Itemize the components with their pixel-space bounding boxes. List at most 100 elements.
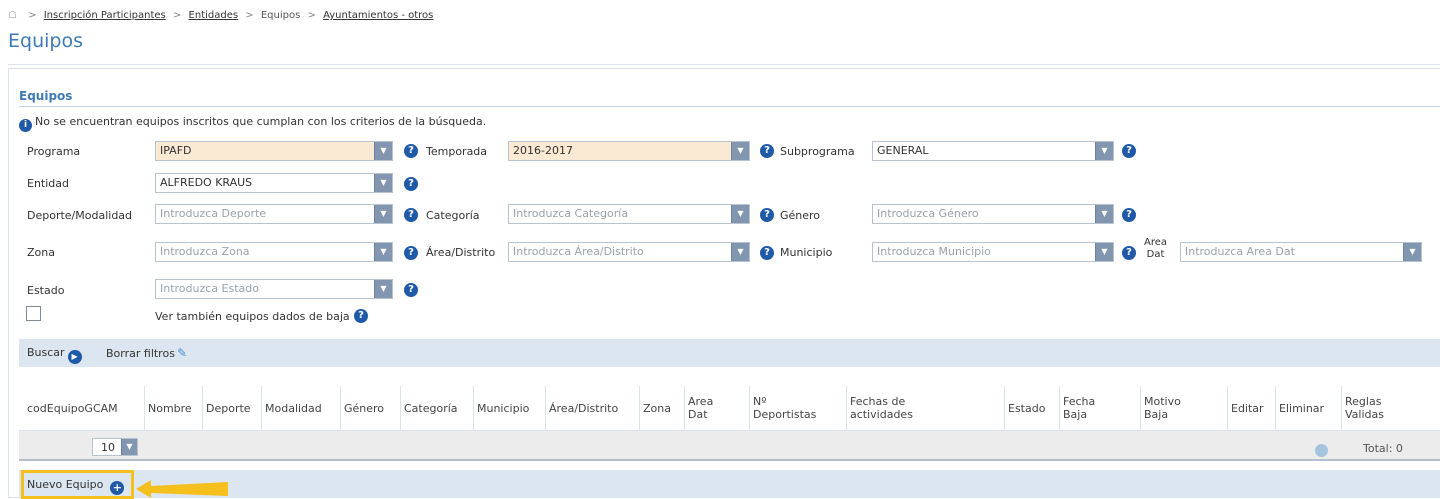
- column-header-line1: Nombre: [148, 401, 192, 415]
- help-icon[interactable]: ?: [354, 309, 368, 323]
- column-separator: [202, 386, 203, 430]
- help-icon[interactable]: ?: [404, 144, 418, 158]
- municipio-placeholder: Introduzca Municipio: [877, 245, 991, 258]
- chevron-down-icon[interactable]: ▼: [121, 439, 137, 455]
- area-dat-select[interactable]: Introduzca Area Dat ▼: [1180, 242, 1422, 262]
- help-icon[interactable]: ?: [404, 208, 418, 222]
- programa-select[interactable]: IPAFD ▼: [155, 141, 393, 161]
- search-button[interactable]: Buscar ▶: [27, 346, 82, 364]
- area-dat-placeholder: Introduzca Area Dat: [1185, 245, 1295, 258]
- help-icon[interactable]: ?: [404, 177, 418, 191]
- column-header-line1: Editar: [1231, 401, 1264, 415]
- chevron-down-icon[interactable]: ▼: [1095, 205, 1113, 223]
- deporte-placeholder: Introduzca Deporte: [160, 207, 267, 220]
- area-distrito-select[interactable]: Introduzca Área/Distrito ▼: [508, 242, 750, 262]
- chevron-down-icon[interactable]: ▼: [1403, 243, 1421, 261]
- column-header-text: Area Dat: [688, 395, 713, 421]
- column-header-text: Área/Distrito: [549, 402, 618, 415]
- programa-label: Programa: [27, 145, 81, 158]
- chevron-down-icon[interactable]: ▼: [731, 142, 749, 160]
- column-header[interactable]: Área/Distrito: [549, 386, 642, 430]
- chevron-down-icon[interactable]: ▼: [1095, 243, 1113, 261]
- column-header-text: Fecha Baja: [1063, 395, 1095, 421]
- deporte-select[interactable]: Introduzca Deporte ▼: [155, 204, 393, 224]
- breadcrumb-link-entidades[interactable]: Entidades: [189, 10, 239, 21]
- breadcrumb-separator: >: [245, 10, 254, 21]
- chevron-down-icon[interactable]: ▼: [374, 280, 392, 298]
- page-title: Equipos: [8, 30, 83, 52]
- column-header[interactable]: Municipio: [477, 386, 548, 430]
- ver-baja-checkbox[interactable]: [26, 306, 41, 321]
- estado-placeholder: Introduzca Estado: [160, 282, 259, 295]
- column-separator: [261, 386, 262, 430]
- chevron-down-icon[interactable]: ▼: [374, 142, 392, 160]
- help-icon[interactable]: ?: [1122, 246, 1136, 260]
- column-header[interactable]: Area Dat: [688, 386, 752, 430]
- new-team-label: Nuevo Equipo: [27, 478, 104, 491]
- chevron-down-icon[interactable]: ▼: [374, 243, 392, 261]
- column-header[interactable]: Eliminar: [1279, 386, 1343, 430]
- home-icon[interactable]: ☖: [8, 10, 17, 21]
- chevron-down-icon[interactable]: ▼: [374, 205, 392, 223]
- help-icon[interactable]: ?: [404, 246, 418, 260]
- info-message-text: No se encuentran equipos inscritos que c…: [35, 115, 487, 128]
- column-header[interactable]: Fechas de actividades: [850, 386, 1007, 430]
- eraser-icon: ✎: [176, 346, 187, 360]
- column-header[interactable]: Editar: [1231, 386, 1278, 430]
- search-button-label: Buscar: [27, 346, 65, 359]
- new-team-button[interactable]: Nuevo Equipo +: [27, 478, 125, 495]
- column-header-line2: actividades: [850, 408, 913, 421]
- refresh-icon[interactable]: [1315, 444, 1328, 457]
- table-pager-row: [19, 431, 1440, 461]
- info-message: i No se encuentran equipos inscritos que …: [19, 115, 486, 132]
- column-header[interactable]: Género: [344, 386, 403, 430]
- chevron-down-icon[interactable]: ▼: [1095, 142, 1113, 160]
- help-icon[interactable]: ?: [1122, 208, 1136, 222]
- help-icon[interactable]: ?: [760, 246, 774, 260]
- column-header[interactable]: Zona: [643, 386, 687, 430]
- breadcrumb-link-ayuntamientos[interactable]: Ayuntamientos - otros: [323, 10, 433, 21]
- column-header-text: Modalidad: [265, 402, 322, 415]
- column-header[interactable]: Nº Deportistas: [753, 386, 849, 430]
- chevron-down-icon[interactable]: ▼: [731, 243, 749, 261]
- arrow-right-icon: ▶: [67, 350, 82, 364]
- header-divider: [8, 64, 1440, 65]
- municipio-select[interactable]: Introduzca Municipio ▼: [872, 242, 1114, 262]
- column-header[interactable]: codEquipoGCAM: [27, 386, 147, 430]
- help-icon[interactable]: ?: [760, 208, 774, 222]
- column-header-text: Nº Deportistas: [753, 395, 816, 421]
- entidad-select[interactable]: ALFREDO KRAUS ▼: [155, 173, 393, 193]
- column-separator: [1227, 386, 1228, 430]
- column-header[interactable]: Modalidad: [265, 386, 343, 430]
- estado-select[interactable]: Introduzca Estado ▼: [155, 279, 393, 299]
- column-header[interactable]: Estado: [1008, 386, 1062, 430]
- breadcrumb-link-inscripcion[interactable]: Inscripción Participantes: [44, 10, 166, 21]
- help-icon[interactable]: ?: [1122, 144, 1136, 158]
- chevron-down-icon[interactable]: ▼: [731, 205, 749, 223]
- clear-filters-button[interactable]: Borrar filtros ✎: [106, 346, 187, 360]
- column-header[interactable]: Nombre: [148, 386, 205, 430]
- subprograma-value: GENERAL: [877, 144, 929, 157]
- genero-select[interactable]: Introduzca Género ▼: [872, 204, 1114, 224]
- chevron-down-icon[interactable]: ▼: [374, 174, 392, 192]
- subprograma-select[interactable]: GENERAL ▼: [872, 141, 1114, 161]
- column-header[interactable]: Reglas Validas: [1345, 386, 1415, 430]
- column-header[interactable]: Categoría: [404, 386, 476, 430]
- temporada-select[interactable]: 2016-2017 ▼: [508, 141, 750, 161]
- column-separator: [846, 386, 847, 430]
- column-header-line1: Nº: [753, 395, 767, 408]
- column-header[interactable]: Deporte: [206, 386, 264, 430]
- page-size-select[interactable]: 10 ▼: [92, 438, 138, 456]
- column-header[interactable]: Fecha Baja: [1063, 386, 1143, 430]
- help-icon[interactable]: ?: [760, 144, 774, 158]
- area-dat-label-line2: Dat: [1146, 249, 1165, 260]
- categoria-select[interactable]: Introduzca Categoría ▼: [508, 204, 750, 224]
- help-icon[interactable]: ?: [404, 283, 418, 297]
- column-header-text: Reglas Validas: [1345, 395, 1384, 421]
- column-header[interactable]: Motivo Baja: [1144, 386, 1230, 430]
- zona-select[interactable]: Introduzca Zona ▼: [155, 242, 393, 262]
- breadcrumb-separator: >: [307, 10, 316, 21]
- column-header-line2: Baja: [1144, 408, 1169, 421]
- column-header-text: Estado: [1008, 402, 1045, 415]
- column-separator: [1140, 386, 1141, 430]
